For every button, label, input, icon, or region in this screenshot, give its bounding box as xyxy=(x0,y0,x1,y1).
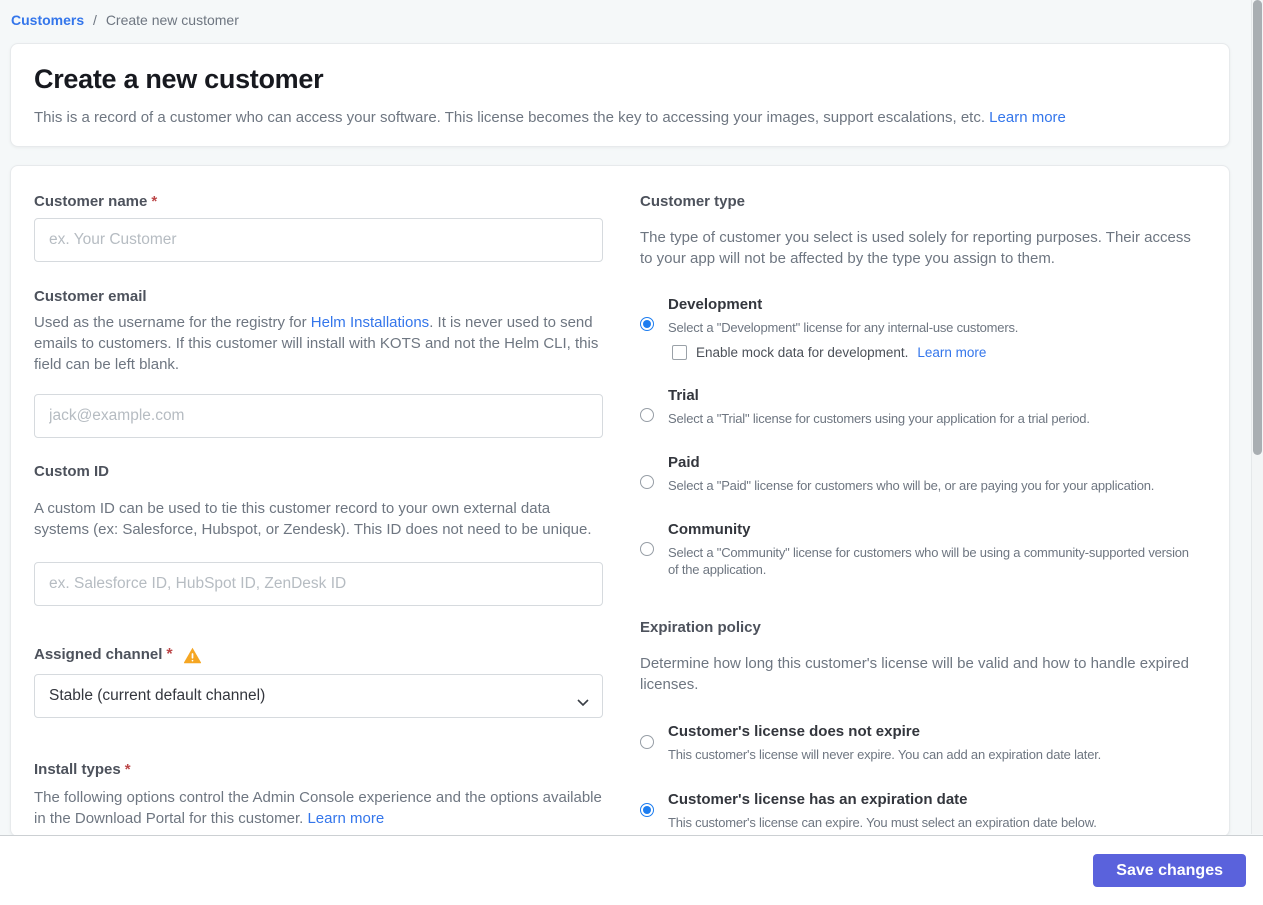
required-asterisk: * xyxy=(124,761,131,778)
header-learn-more-link[interactable]: Learn more xyxy=(989,109,1066,126)
assigned-channel-field-group: Assigned channel * Stable (current defaul… xyxy=(34,646,603,718)
customer-name-label: Customer name * xyxy=(34,193,603,211)
assigned-channel-label: Assigned channel xyxy=(34,646,163,663)
install-types-learn-more-link[interactable]: Learn more xyxy=(307,810,384,827)
customer-type-option-development: Development Select a "Development" licen… xyxy=(640,296,1201,360)
paid-label: Paid xyxy=(668,454,700,471)
community-description: Select a "Community" license for custome… xyxy=(668,545,1189,577)
customer-type-option-trial: Trial Select a "Trial" license for custo… xyxy=(640,387,1201,427)
mock-data-learn-more-link[interactable]: Learn more xyxy=(917,345,986,360)
customer-email-help: Used as the username for the registry fo… xyxy=(34,312,603,375)
customer-email-label: Customer email xyxy=(34,288,147,305)
customer-type-option-community: Community Select a "Community" license f… xyxy=(640,521,1201,578)
header-description: This is a record of a customer who can a… xyxy=(34,108,1205,128)
has-expiration-description: This customer's license can expire. You … xyxy=(668,815,1097,830)
custom-id-label: Custom ID xyxy=(34,463,109,480)
breadcrumb: Customers / Create new customer xyxy=(0,0,1263,30)
mock-data-label: Enable mock data for development. xyxy=(696,345,909,360)
expiration-option-no-expire: Customer's license does not expire This … xyxy=(640,723,1201,763)
install-types-label: Install types * xyxy=(34,761,603,779)
form-right-column: Customer type The type of customer you s… xyxy=(640,193,1201,836)
customer-name-field-group: Customer name * xyxy=(34,193,603,262)
custom-id-input[interactable] xyxy=(34,562,603,606)
radio-license-does-not-expire[interactable] xyxy=(640,735,654,749)
assigned-channel-selected-value: Stable (current default channel) xyxy=(49,687,266,704)
install-types-label-text: Install types xyxy=(34,761,121,778)
install-types-field-group: Install types * The following options con… xyxy=(34,761,603,829)
helm-installations-link[interactable]: Helm Installations xyxy=(311,314,429,331)
customer-name-input[interactable] xyxy=(34,218,603,262)
footer-bar: Save changes xyxy=(0,835,1263,905)
customer-email-help-prefix: Used as the username for the registry fo… xyxy=(34,314,311,331)
community-label: Community xyxy=(668,521,751,538)
chevron-down-icon xyxy=(577,693,589,711)
radio-trial[interactable] xyxy=(640,408,654,422)
expiration-policy-title: Expiration policy xyxy=(640,619,761,636)
has-expiration-label: Customer's license has an expiration dat… xyxy=(668,791,968,808)
customer-email-field-group: Customer email Used as the username for … xyxy=(34,288,603,438)
assigned-channel-select[interactable]: Stable (current default channel) xyxy=(34,674,603,718)
breadcrumb-current: Create new customer xyxy=(105,12,239,28)
scrollbar-track[interactable] xyxy=(1251,0,1263,834)
trial-description: Select a "Trial" license for customers u… xyxy=(668,411,1090,426)
mock-data-row: Enable mock data for development. Learn … xyxy=(672,345,1201,360)
trial-label: Trial xyxy=(668,387,699,404)
customer-type-title: Customer type xyxy=(640,193,746,210)
scrollbar-thumb[interactable] xyxy=(1253,0,1262,455)
header-card: Create a new customer This is a record o… xyxy=(10,43,1230,147)
radio-community[interactable] xyxy=(640,542,654,556)
breadcrumb-separator: / xyxy=(93,12,97,28)
required-asterisk: * xyxy=(151,193,158,210)
warning-icon xyxy=(183,647,202,664)
breadcrumb-customers-link[interactable]: Customers xyxy=(11,12,84,28)
create-customer-form-card: Customer name* Customer email Used as th… xyxy=(10,165,1230,837)
page-title: Create a new customer xyxy=(34,64,324,94)
development-label: Development xyxy=(668,296,763,313)
expiration-policy-description: Determine how long this customer's licen… xyxy=(640,655,1189,693)
custom-id-help: A custom ID can be used to tie this cust… xyxy=(34,500,592,538)
customer-type-option-paid: Paid Select a "Paid" license for custome… xyxy=(640,454,1201,494)
development-description: Select a "Development" license for any i… xyxy=(668,320,1019,335)
no-expire-label: Customer's license does not expire xyxy=(668,723,920,740)
form-left-column: Customer name* Customer email Used as th… xyxy=(34,193,603,836)
expiration-option-has-date: Customer's license has an expiration dat… xyxy=(640,791,1201,831)
save-changes-button[interactable]: Save changes xyxy=(1093,854,1246,887)
radio-paid[interactable] xyxy=(640,475,654,489)
page: Customers / Create new customer Create a… xyxy=(0,0,1263,905)
customer-type-description: The type of customer you select is used … xyxy=(640,229,1191,267)
paid-description: Select a "Paid" license for customers wh… xyxy=(668,478,1155,493)
customer-email-input[interactable] xyxy=(34,394,603,438)
customer-name-label-text: Customer name xyxy=(34,193,148,210)
mock-data-checkbox[interactable] xyxy=(672,345,687,360)
no-expire-description: This customer's license will never expir… xyxy=(668,747,1102,762)
radio-license-has-expiration-date[interactable] xyxy=(640,803,654,817)
radio-development[interactable] xyxy=(640,317,654,331)
required-asterisk: * xyxy=(166,646,173,663)
install-types-help: The following options control the Admin … xyxy=(34,787,603,829)
header-description-text: This is a record of a customer who can a… xyxy=(34,109,985,126)
custom-id-field-group: Custom ID A custom ID can be used to tie… xyxy=(34,463,603,606)
